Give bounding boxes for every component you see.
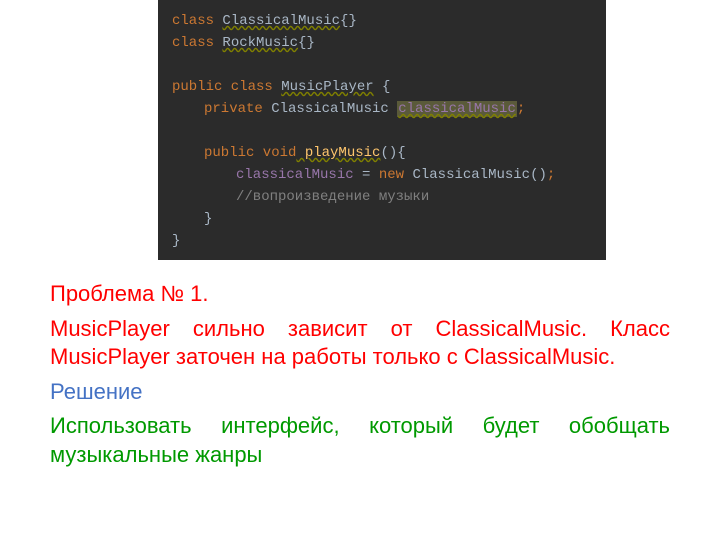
class-name: MusicPlayer (281, 79, 373, 95)
solution-title: Решение (50, 378, 670, 407)
keyword: class (172, 35, 214, 51)
comment: //вопроизведение музыки (236, 189, 429, 205)
op-eq: = (354, 167, 379, 183)
code-line: } (172, 230, 592, 252)
class-name: RockMusic (222, 35, 298, 51)
braces: {} (340, 13, 357, 29)
code-line: class ClassicalMusic{} (172, 10, 592, 32)
code-line: class RockMusic{} (172, 32, 592, 54)
code-line: } (172, 208, 592, 230)
solution-body: Использовать интерфейс, который будет об… (50, 412, 670, 469)
keyword: public class (172, 79, 273, 95)
constructor-call: ClassicalMusic() (404, 167, 547, 183)
keyword: new (379, 167, 404, 183)
code-line: //вопроизведение музыки (172, 186, 592, 208)
semicolon: ; (547, 167, 555, 183)
code-line: public class MusicPlayer { (172, 76, 592, 98)
class-name: ClassicalMusic (222, 13, 340, 29)
brace-close: } (172, 233, 180, 249)
keyword: class (172, 13, 214, 29)
keyword: public void (204, 145, 296, 161)
method-name: playMusic (296, 145, 380, 161)
problem-title: Проблема № 1. (50, 280, 670, 309)
code-line: classicalMusic = new ClassicalMusic(); (172, 164, 592, 186)
code-line: public void playMusic(){ (172, 142, 592, 164)
problem-body: MusicPlayer сильно зависит от ClassicalM… (50, 315, 670, 372)
brace: { (374, 79, 391, 95)
signature: (){ (380, 145, 405, 161)
field-ref: classicalMusic (236, 167, 354, 183)
code-line-blank (172, 120, 592, 142)
semicolon: ; (517, 101, 525, 117)
code-snippet: class ClassicalMusic{} class RockMusic{}… (158, 0, 606, 260)
field-name: classicalMusic (397, 101, 517, 117)
code-line-blank (172, 54, 592, 76)
type-ref: ClassicalMusic (263, 101, 397, 117)
code-line: private ClassicalMusic classicalMusic; (172, 98, 592, 120)
slide-text: Проблема № 1. MusicPlayer сильно зависит… (0, 260, 720, 470)
braces: {} (298, 35, 315, 51)
brace-close: } (204, 211, 212, 227)
keyword: private (204, 101, 263, 117)
